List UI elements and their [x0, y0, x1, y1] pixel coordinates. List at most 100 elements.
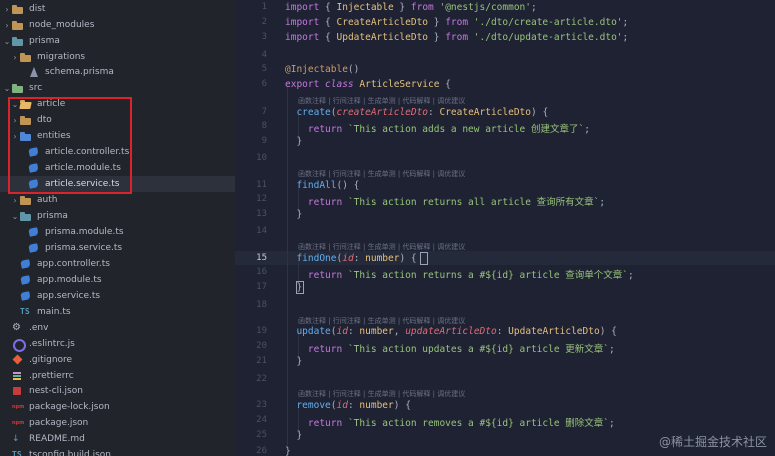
- code-line[interactable]: import { Injectable } from '@nestjs/comm…: [285, 2, 537, 13]
- tree-item-readme-md[interactable]: ↓ README.md: [0, 431, 235, 447]
- tree-item-dist[interactable]: › dist: [0, 1, 235, 17]
- code-lens-actions[interactable]: 函数注释 | 行间注释 | 生成单测 | 代码解释 | 调优建议: [298, 316, 465, 326]
- chevron-right-icon[interactable]: ›: [10, 112, 20, 128]
- tree-item-package-lock-json[interactable]: npm package-lock.json: [0, 399, 235, 415]
- code-line[interactable]: export class ArticleService {: [285, 79, 451, 90]
- code-token: findAll: [296, 180, 337, 191]
- code-line[interactable]: return `This action adds a new article 创…: [285, 121, 590, 135]
- folder-icon: [20, 52, 32, 62]
- npm-icon: npm: [12, 420, 25, 426]
- code-token: number: [365, 253, 400, 264]
- code-line[interactable]: remove(id: number) {: [285, 400, 410, 411]
- tree-item-app-module-ts[interactable]: app.module.ts: [0, 272, 235, 288]
- code-token: from: [445, 17, 469, 28]
- code-line[interactable]: }: [285, 430, 302, 441]
- code-line[interactable]: @Injectable(): [285, 64, 359, 75]
- chevron-right-icon[interactable]: ›: [2, 17, 12, 33]
- code-line[interactable]: return `This action returns a #${id} art…: [285, 267, 634, 281]
- code-line[interactable]: return `This action removes a #${id} art…: [285, 415, 615, 429]
- tree-item-gitignore[interactable]: .gitignore: [0, 352, 235, 368]
- tree-item-app-controller-ts[interactable]: app.controller.ts: [0, 256, 235, 272]
- line-number: 11: [256, 180, 267, 190]
- tree-item-auth[interactable]: › auth: [0, 192, 235, 208]
- tree-item-article-controller-ts[interactable]: article.controller.ts: [0, 144, 235, 160]
- tree-item-nest-cli-json[interactable]: nest-cli.json: [0, 383, 235, 399]
- code-lens-actions[interactable]: 函数注释 | 行间注释 | 生成单测 | 代码解释 | 调优建议: [298, 169, 465, 179]
- code-line[interactable]: create(createArticleDto: CreateArticleDt…: [285, 107, 548, 118]
- code-token: number: [359, 400, 394, 411]
- code-line[interactable]: import { CreateArticleDto } from './dto/…: [285, 17, 628, 28]
- tree-item-env[interactable]: ⚙ .env: [0, 320, 235, 336]
- tree-item-app-service-ts[interactable]: app.service.ts: [0, 288, 235, 304]
- code-token: Injectable: [336, 2, 394, 13]
- code-line[interactable]: update(id: number, updateArticleDto: Upd…: [285, 326, 616, 337]
- tree-item-prisma-module-ts[interactable]: prisma.module.ts: [0, 224, 235, 240]
- chevron-down-icon[interactable]: ⌄: [2, 33, 12, 49]
- code-line[interactable]: return `This action updates a #${id} art…: [285, 341, 615, 355]
- tree-item-schema-prisma[interactable]: schema.prisma: [0, 64, 235, 80]
- code-line[interactable]: findAll() {: [285, 180, 359, 191]
- chevron-down-icon[interactable]: ⌄: [10, 208, 20, 224]
- code-token: :: [428, 107, 440, 118]
- code-token: ;: [531, 2, 537, 13]
- tree-item-eslintrc-js[interactable]: .eslintrc.js: [0, 336, 235, 352]
- tree-item-package-json[interactable]: npm package.json: [0, 415, 235, 431]
- tree-item-src[interactable]: ⌄ src: [0, 80, 235, 96]
- tree-item-main-ts[interactable]: TS main.ts: [0, 304, 235, 320]
- tree-item-tsconfig-build-json[interactable]: TS tsconfig.build.json: [0, 447, 235, 456]
- npm-icon: npm: [12, 404, 25, 410]
- bracket-match-highlight: [296, 281, 304, 294]
- code-token: '@nestjs/common': [433, 2, 531, 13]
- tree-item-entities[interactable]: › entities: [0, 128, 235, 144]
- code-line[interactable]: findOne(id: number) {: [285, 253, 416, 264]
- code-token: id: [336, 400, 348, 411]
- file-explorer: › dist › node_modules ⌄ prisma › migrations sche…: [0, 0, 235, 456]
- tree-item-prisma[interactable]: ⌄ prisma: [0, 208, 235, 224]
- chevron-right-icon[interactable]: ›: [10, 192, 20, 208]
- code-line[interactable]: import { UpdateArticleDto } from './dto/…: [285, 32, 628, 43]
- tree-item-prisma[interactable]: ⌄ prisma: [0, 33, 235, 49]
- folder-icon: [20, 115, 32, 125]
- code-line[interactable]: }: [285, 136, 302, 147]
- tree-item-prisma-service-ts[interactable]: prisma.service.ts: [0, 240, 235, 256]
- code-line[interactable]: }: [285, 209, 302, 220]
- code-token: `This action removes a #${id} article 删除…: [342, 418, 609, 429]
- chevron-right-icon[interactable]: ›: [2, 1, 12, 17]
- line-number: 9: [261, 136, 267, 146]
- code-token: from: [445, 32, 469, 43]
- code-line[interactable]: return `This action returns all article …: [285, 194, 605, 208]
- code-line[interactable]: }: [285, 446, 291, 456]
- tree-item-prettierrc[interactable]: .prettierrc: [0, 368, 235, 384]
- tree-item-label: auth: [37, 195, 58, 205]
- tree-item-dto[interactable]: › dto: [0, 112, 235, 128]
- code-lens-actions[interactable]: 函数注释 | 行间注释 | 生成单测 | 代码解释 | 调优建议: [298, 389, 465, 399]
- code-token: (): [347, 64, 360, 75]
- code-line[interactable]: }: [285, 356, 302, 367]
- code-lens-actions[interactable]: 函数注释 | 行间注释 | 生成单测 | 代码解释 | 调优建议: [298, 242, 465, 252]
- folder-teal-icon: [20, 211, 32, 221]
- code-lens-actions[interactable]: 函数注释 | 行间注释 | 生成单测 | 代码解释 | 调优建议: [298, 96, 465, 106]
- code-token: :: [347, 326, 360, 337]
- line-number: 19: [256, 326, 267, 336]
- chevron-down-icon[interactable]: ⌄: [10, 96, 20, 112]
- chevron-down-icon[interactable]: ⌄: [2, 80, 12, 96]
- code-token: :: [347, 400, 360, 411]
- code-editor[interactable]: 1 2 3 4 5 6 7 8 9 10 11 12 13 14 15 16 17 18 19 20 21 22 23 24 2…: [235, 0, 775, 456]
- code-token: CreateArticleDto: [439, 107, 531, 118]
- tree-item-article-module-ts[interactable]: article.module.ts: [0, 160, 235, 176]
- code-token: () {: [336, 180, 360, 191]
- code-token: export: [285, 79, 326, 90]
- code-token: `This action returns all article 查询所有文章`: [342, 197, 600, 208]
- tree-item-node-modules[interactable]: › node_modules: [0, 17, 235, 33]
- tree-item-label: README.md: [29, 434, 85, 444]
- tree-item-migrations[interactable]: › migrations: [0, 49, 235, 65]
- tree-item-article[interactable]: ⌄ article: [0, 96, 235, 112]
- chevron-right-icon[interactable]: ›: [10, 49, 20, 65]
- chevron-right-icon[interactable]: ›: [10, 128, 20, 144]
- tree-item-article-service-ts[interactable]: article.service.ts: [0, 176, 235, 192]
- code-token: `This action returns a #${id} article 查询…: [342, 270, 628, 281]
